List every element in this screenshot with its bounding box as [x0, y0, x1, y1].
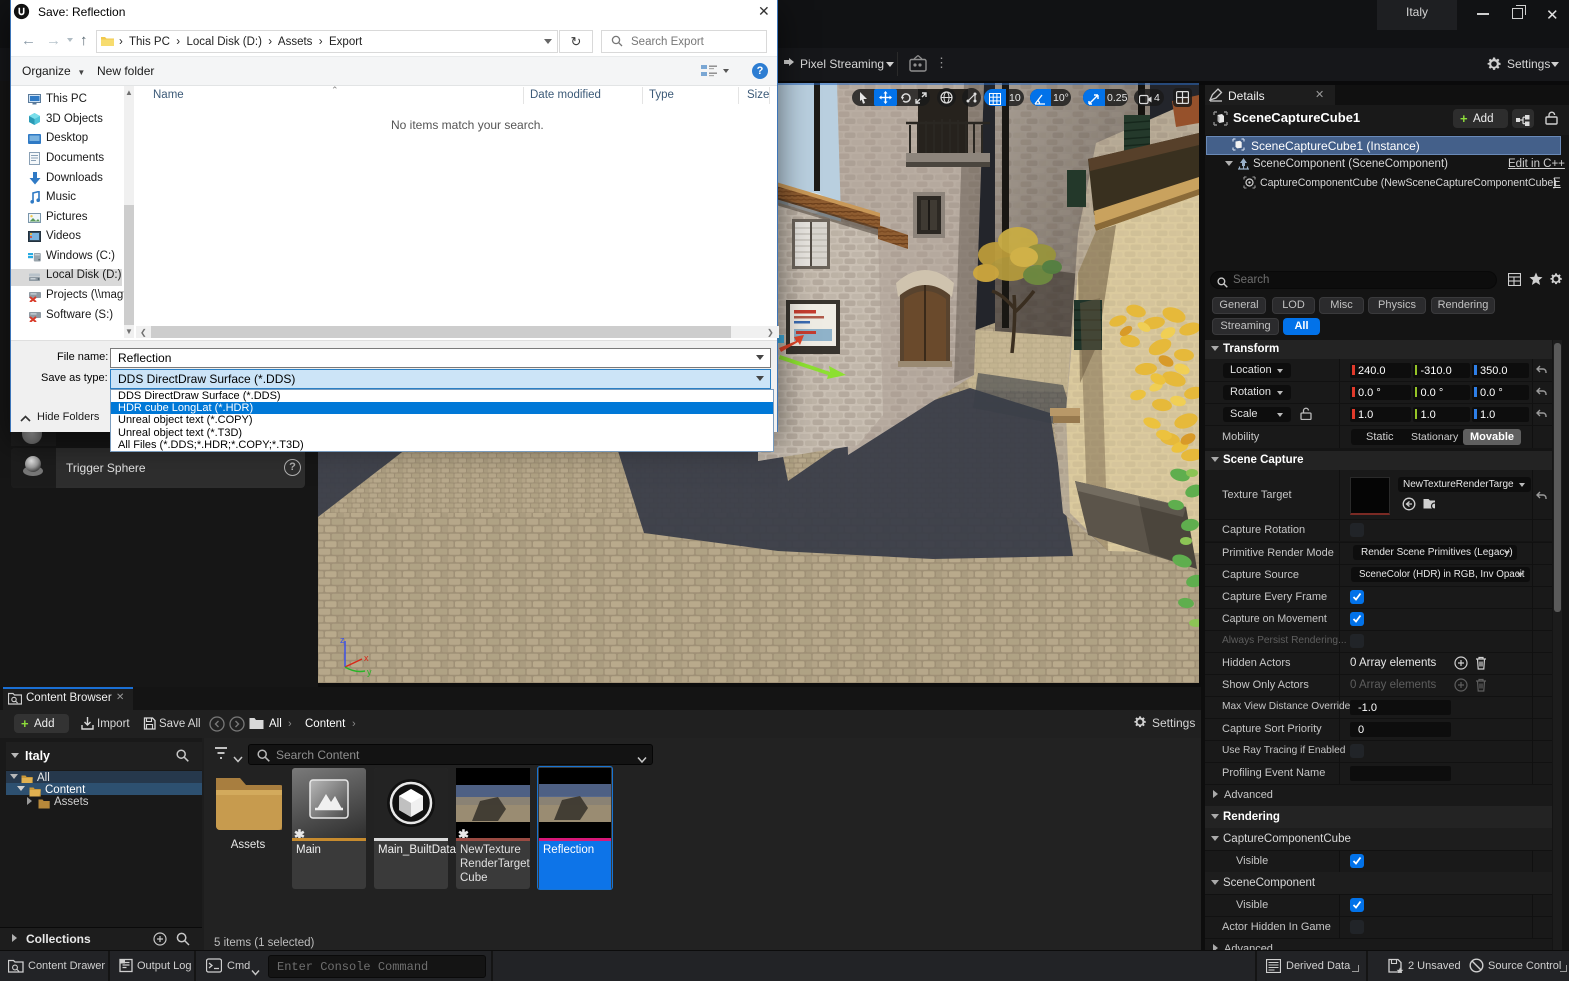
svg-text:y: y — [367, 667, 372, 677]
svg-text:x: x — [364, 653, 369, 663]
svg-text:z: z — [340, 635, 345, 645]
